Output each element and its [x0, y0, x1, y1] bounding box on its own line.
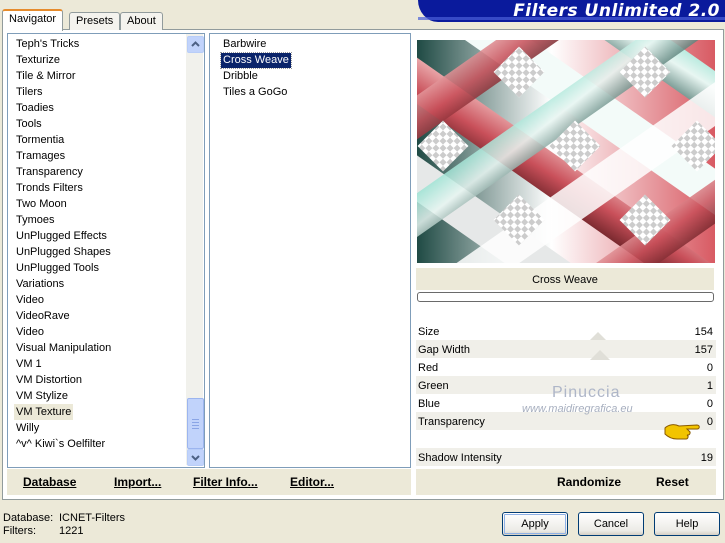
preview-filter-name: Cross Weave: [416, 268, 714, 290]
filter-info-button[interactable]: Filter Info...: [193, 475, 258, 489]
filters-count: 1221: [59, 525, 84, 537]
list-item[interactable]: Willy: [14, 420, 41, 436]
list-item[interactable]: Tronds Filters: [14, 180, 85, 196]
list-item[interactable]: Teph's Tricks: [14, 36, 81, 52]
list-item[interactable]: UnPlugged Effects: [14, 228, 109, 244]
slider-red[interactable]: Red 0: [416, 358, 716, 376]
help-button[interactable]: Help: [654, 512, 720, 536]
list-item[interactable]: Barbwire: [221, 37, 268, 52]
slider-gap-width[interactable]: Gap Width 157: [416, 340, 716, 358]
list-item[interactable]: ^v^ Kiwi`s Oelfilter: [14, 436, 107, 452]
list-item[interactable]: VM 1: [14, 356, 44, 372]
list-item[interactable]: Texturize: [14, 52, 62, 68]
filters-label: Filters:: [3, 525, 36, 537]
list-item[interactable]: Dribble: [221, 69, 260, 84]
list-item[interactable]: Two Moon: [14, 196, 69, 212]
import-button[interactable]: Import...: [114, 475, 161, 489]
scroll-down-button[interactable]: [187, 449, 204, 466]
scroll-thumb[interactable]: [187, 398, 204, 449]
database-button[interactable]: Database: [23, 475, 76, 489]
tab-navigator[interactable]: Navigator: [2, 9, 64, 31]
preview-image: [417, 40, 715, 263]
list-item[interactable]: Tiles a GoGo: [221, 85, 289, 100]
slider-shadow-intensity[interactable]: Shadow Intensity 19: [416, 448, 716, 466]
chevron-up-icon: [191, 41, 200, 47]
list-item[interactable]: UnPlugged Shapes: [14, 244, 113, 260]
list-item[interactable]: Transparency: [14, 164, 85, 180]
list-item[interactable]: Tools: [14, 116, 44, 132]
tab-about[interactable]: About: [120, 12, 163, 30]
pointing-hand-icon: [663, 418, 701, 445]
database-label: Database:: [3, 512, 54, 524]
randomize-button[interactable]: Randomize: [557, 475, 621, 489]
app-title: Filters Unlimited 2.0: [513, 1, 720, 21]
reset-button[interactable]: Reset: [656, 475, 689, 489]
category-list[interactable]: Teph's Tricks Texturize Tile & Mirror Ti…: [7, 33, 205, 468]
database-value: ICNET-Filters: [59, 512, 125, 524]
scroll-up-button[interactable]: [187, 36, 204, 53]
list-item[interactable]: Tormentia: [14, 132, 66, 148]
watermark-name: Pinuccia: [552, 384, 621, 401]
slider-size[interactable]: Size 154: [416, 322, 716, 340]
list-item[interactable]: Video: [14, 292, 46, 308]
list-item[interactable]: UnPlugged Tools: [14, 260, 101, 276]
watermark-site: www.maidiregrafica.eu: [522, 403, 633, 415]
list-item-selected[interactable]: Cross Weave: [220, 52, 292, 69]
list-item-selected[interactable]: VM Texture: [14, 404, 74, 420]
list-item[interactable]: Tilers: [14, 84, 44, 100]
list-item[interactable]: Visual Manipulation: [14, 340, 113, 356]
list-item[interactable]: Toadies: [14, 100, 56, 116]
list-item[interactable]: Variations: [14, 276, 66, 292]
left-button-bar: Database Import... Filter Info... Editor…: [7, 469, 411, 495]
right-button-bar: Randomize Reset: [416, 469, 716, 495]
list-item[interactable]: VM Distortion: [14, 372, 84, 388]
list-item[interactable]: Tymoes: [14, 212, 57, 228]
chevron-down-icon: [191, 455, 200, 461]
editor-button[interactable]: Editor...: [290, 475, 334, 489]
list-item[interactable]: Video: [14, 324, 46, 340]
progress-bar: [417, 292, 714, 302]
list-item[interactable]: VideoRave: [14, 308, 72, 324]
list-item[interactable]: Tile & Mirror: [14, 68, 77, 84]
apply-button[interactable]: Apply: [502, 512, 568, 536]
cancel-button[interactable]: Cancel: [578, 512, 644, 536]
list-item[interactable]: VM Stylize: [14, 388, 70, 404]
tab-presets[interactable]: Presets: [69, 12, 121, 30]
list-item[interactable]: Tramages: [14, 148, 67, 164]
filter-list[interactable]: Barbwire Cross Weave Dribble Tiles a GoG…: [209, 33, 411, 468]
